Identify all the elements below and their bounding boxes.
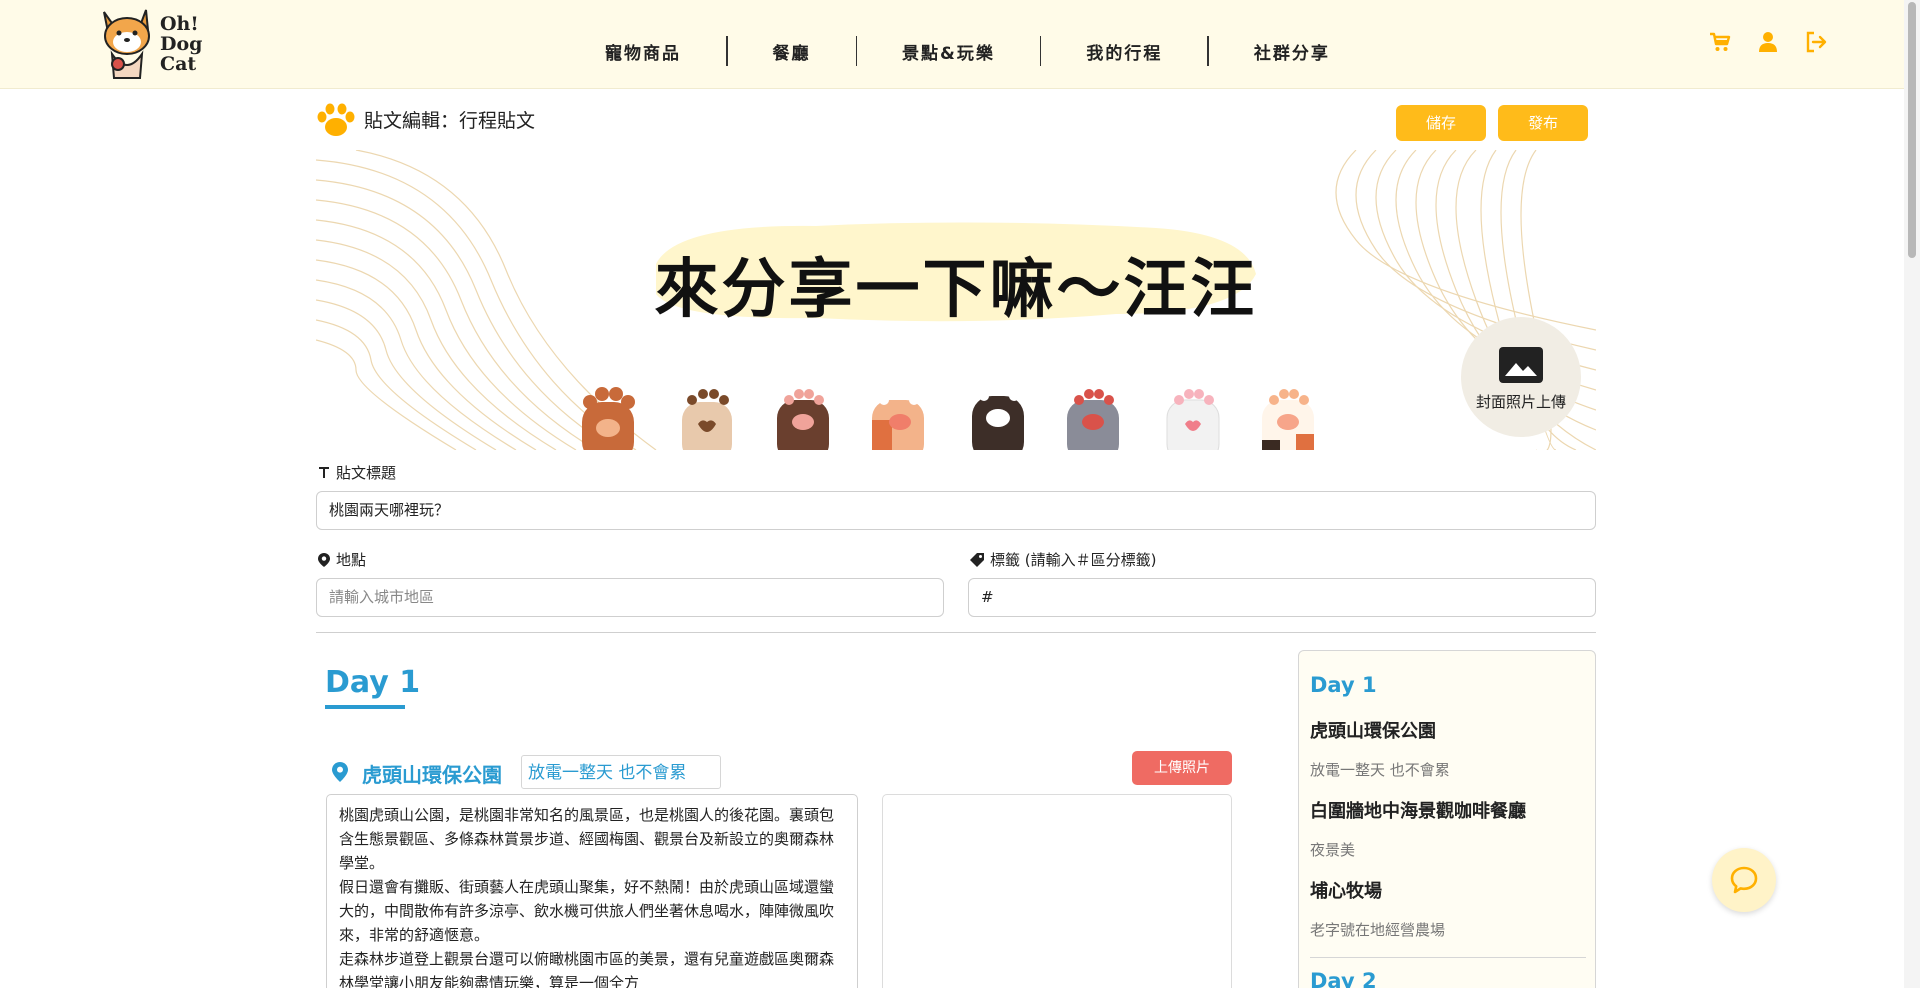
cart-icon[interactable]	[1708, 30, 1732, 54]
sidebar-spot-note: 夜景美	[1310, 841, 1356, 859]
logo-text: Oh! Dog Cat	[160, 13, 203, 75]
upload-photo-button[interactable]: 上傳照片	[1132, 751, 1232, 785]
site-header: Oh! Dog Cat 寵物商品 餐廳 景點&玩樂 我的行程 社群分享	[0, 0, 1920, 89]
description-paragraph: 走森林步道登上觀景台還可以俯瞰桃園市區的美景，還有兒童遊戲區奧爾森林學堂讓小朋友…	[339, 950, 835, 988]
sidebar-spot-name[interactable]: 虎頭山環保公園	[1310, 717, 1436, 743]
publish-button[interactable]: 發布	[1498, 105, 1588, 141]
sidebar-divider	[1310, 957, 1586, 958]
paw-icon	[317, 103, 355, 136]
sidebar-spot-name[interactable]: 埔心牧場	[1310, 877, 1382, 903]
post-title-input[interactable]: 桃園兩天哪裡玩？	[316, 491, 1596, 530]
tags-input[interactable]: #	[968, 578, 1596, 617]
logout-icon[interactable]	[1804, 30, 1828, 54]
paws-row-decoration	[582, 385, 1314, 450]
nav-my-trips[interactable]: 我的行程	[1041, 39, 1207, 64]
location-pin-icon	[318, 552, 330, 567]
location-field-label: 地點	[318, 549, 366, 570]
cover-upload-label: 封面照片上傳	[1475, 393, 1566, 411]
description-paragraph: 桃園虎頭山公園，是桃園非常知名的風景區，也是桃園人的後花園。裏頭包含生態景觀區、…	[339, 806, 835, 872]
tags-field-label: 標籤 (請輸入＃區分標籤)	[970, 549, 1156, 570]
cover-photo-upload-button[interactable]: 封面照片上傳	[1461, 317, 1581, 437]
dog-mascot-icon	[103, 9, 150, 79]
user-icon[interactable]	[1756, 30, 1780, 54]
sidebar-spot-name[interactable]: 白圍牆地中海景觀咖啡餐廳	[1310, 797, 1526, 823]
cover-banner: 來分享一下嘛～汪汪 封面照片上傳	[316, 150, 1596, 450]
spot-subtitle-input[interactable]: 放電一整天 也不會累	[521, 755, 721, 789]
nav-pet-products[interactable]: 寵物商品	[560, 39, 726, 64]
sidebar-day-label[interactable]: Day 2	[1310, 969, 1377, 988]
description-paragraph: 假日還會有攤販、街頭藝人在虎頭山聚集，好不熱鬧！由於虎頭山區域還蠻大的，中間散佈…	[339, 878, 835, 944]
sidebar-spot-note: 老字號在地經營農場	[1310, 921, 1446, 939]
tag-icon	[970, 552, 984, 567]
chat-icon	[1730, 866, 1758, 894]
sidebar-day-label[interactable]: Day 1	[1310, 673, 1377, 697]
page-title: 貼文編輯：行程貼文	[364, 110, 536, 132]
nav-attractions[interactable]: 景點&玩樂	[857, 39, 1040, 64]
site-logo[interactable]: Oh! Dog Cat	[94, 4, 204, 84]
nav-restaurants[interactable]: 餐廳	[728, 39, 856, 64]
nav-social-share[interactable]: 社群分享	[1209, 39, 1375, 64]
title-field-label: 貼文標題	[318, 462, 396, 483]
spot-name: 虎頭山環保公園	[362, 763, 502, 787]
section-divider	[316, 632, 1596, 633]
spot-description-textarea[interactable]: 桃園虎頭山公園，是桃園非常知名的風景區，也是桃園人的後花園。裏頭包含生態景觀區、…	[326, 794, 858, 988]
sidebar-spot-note: 放電一整天 也不會累	[1310, 761, 1450, 779]
image-icon	[1499, 347, 1543, 383]
location-input[interactable]: 請輸入城市地區	[316, 578, 944, 617]
scrollbar-thumb[interactable]	[1908, 2, 1916, 258]
chat-button[interactable]	[1712, 848, 1776, 912]
day-heading-underline	[325, 705, 405, 709]
photo-drop-area[interactable]	[882, 794, 1232, 988]
header-actions	[1708, 30, 1828, 54]
location-pin-icon	[332, 762, 348, 782]
page-scrollbar[interactable]	[1904, 0, 1920, 988]
banner-headline: 來分享一下嘛～汪汪	[654, 253, 1258, 327]
day-heading: Day 1	[325, 665, 421, 700]
text-icon	[319, 466, 329, 478]
main-nav: 寵物商品 餐廳 景點&玩樂 我的行程 社群分享	[560, 36, 1375, 66]
itinerary-sidebar: Day 1 虎頭山環保公園 放電一整天 也不會累 白圍牆地中海景觀咖啡餐廳 夜景…	[1298, 650, 1596, 988]
save-button[interactable]: 儲存	[1396, 105, 1486, 141]
